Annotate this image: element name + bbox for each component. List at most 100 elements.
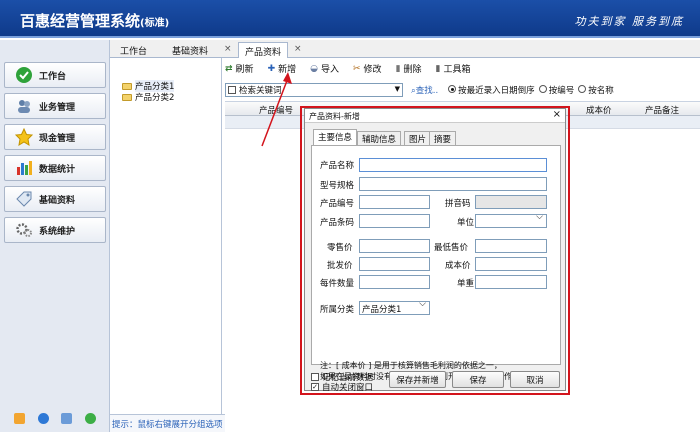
dialog-panel: 产品名称 型号规格 产品编号 拼音码 产品条码 单位 零售价 最低售价 批发价 … (311, 145, 561, 381)
sidebar-item-maintenance[interactable]: 系统维护 (4, 217, 106, 243)
edit-button[interactable]: ✂ 修改 (353, 62, 382, 76)
dialog-title: 产品资料-新增 × (305, 109, 565, 123)
sidebar: 工作台 业务管理 现金管理 数据统计 基础资料 系统维护 (0, 40, 110, 432)
chevron-down-icon[interactable]: ▼ (395, 85, 400, 93)
sidebar-bottom-tools (0, 413, 110, 424)
close-icon[interactable]: × (224, 44, 232, 54)
search-checkbox[interactable] (228, 86, 236, 94)
search-input[interactable]: 检索关键词 ▼ (225, 83, 403, 97)
radio-icon (538, 85, 547, 93)
field-label: 单重 (457, 279, 475, 289)
sidebar-item-cash[interactable]: 现金管理 (4, 124, 106, 150)
cancel-button[interactable]: 取消 (510, 371, 560, 388)
filter-bar: 检索关键词 ▼ ⌕查找.. 按最近录入日期倒序 按编号 按名称 (225, 80, 700, 100)
close-icon[interactable]: × (553, 109, 561, 120)
sort-option[interactable]: 按名称 (578, 84, 614, 96)
field-label: 最低售价 (434, 243, 469, 253)
spec-field[interactable] (359, 177, 547, 191)
close-icon[interactable]: × (294, 44, 302, 54)
dialog-tab-images[interactable]: 图片 (404, 131, 432, 145)
sidebar-item-stats[interactable]: 数据统计 (4, 155, 106, 181)
app-slogan: 功夫到家 服务到底 (574, 15, 684, 28)
dialog-tab-main[interactable]: 主要信息 (313, 129, 358, 145)
sidebar-item-label: 数据统计 (39, 164, 76, 175)
window-icon[interactable] (61, 413, 73, 424)
product-name-field[interactable] (359, 158, 547, 172)
sort-option[interactable]: 按最近录入日期倒序 (448, 84, 535, 96)
tab-workbench[interactable]: 工作台 (114, 42, 153, 58)
hint-text: 提示：鼠标右键展开分组选项 (110, 414, 225, 432)
tab-bar: 工作台 基础资料 × 产品资料 × (110, 40, 700, 58)
cost-price-field[interactable] (475, 257, 547, 271)
check-circle-icon (15, 66, 33, 84)
import-button[interactable]: ◒ 导入 (310, 62, 339, 76)
retail-price-field[interactable] (359, 239, 430, 253)
users-icon (15, 97, 33, 115)
sidebar-item-label: 基础资料 (39, 195, 76, 206)
min-price-field[interactable] (475, 239, 547, 253)
gears-icon (15, 221, 33, 239)
field-label: 型号规格 (320, 181, 355, 191)
sidebar-item-business[interactable]: 业务管理 (4, 93, 106, 119)
save-and-new-button[interactable]: 保存并新增 (389, 371, 446, 388)
field-label: 产品名称 (320, 161, 355, 171)
category-select[interactable]: 产品分类1 (359, 299, 430, 315)
checkbox-checked-icon: ✓ (311, 383, 319, 391)
app-title: 百惠经营管理系统(标准) (20, 12, 170, 30)
refresh-icon: ⇄ (225, 63, 233, 74)
sidebar-item-label: 系统维护 (39, 226, 76, 237)
field-label: 零售价 (327, 243, 353, 253)
tab-product-data[interactable]: 产品资料 (238, 42, 289, 58)
bar-chart-icon (15, 159, 33, 177)
folder-icon (122, 93, 132, 101)
toolbox-button[interactable]: ▮ 工具箱 (435, 62, 471, 76)
title-bar: 百惠经营管理系统(标准) 功夫到家 服务到底 (0, 0, 700, 38)
save-button[interactable]: 保存 (452, 371, 504, 388)
sidebar-item-label: 业务管理 (39, 102, 76, 113)
pinyin-field (475, 195, 547, 209)
delete-button[interactable]: ▮ 删除 (395, 62, 422, 76)
auto-close-checkbox[interactable]: ✓ 自动关闭窗口 (311, 381, 373, 393)
sort-option[interactable]: 按编号 (538, 84, 574, 96)
edit-icon[interactable] (14, 413, 26, 424)
wholesale-price-field[interactable] (359, 257, 430, 271)
tag-icon (15, 190, 33, 208)
qty-per-field[interactable] (359, 275, 430, 289)
field-label: 产品条码 (320, 218, 355, 228)
field-label: 产品编号 (320, 199, 355, 209)
info-icon[interactable] (37, 413, 49, 424)
sidebar-item-basic-data[interactable]: 基础资料 (4, 186, 106, 212)
column-header[interactable]: 产品编号 (259, 104, 293, 116)
category-tree: 产品分类1 产品分类2 (110, 58, 222, 414)
trash-icon: ▮ (395, 63, 401, 74)
product-code-field[interactable] (359, 195, 430, 209)
tree-item[interactable]: 产品分类2 (122, 91, 174, 103)
sidebar-item-label: 现金管理 (39, 133, 76, 144)
import-icon: ◒ (310, 63, 318, 74)
radio-icon (578, 85, 587, 93)
folder-icon (122, 82, 132, 90)
search-button[interactable]: ⌕查找.. (411, 84, 438, 96)
tools-icon: ✂ (353, 63, 361, 74)
sidebar-item-label: 工作台 (39, 71, 67, 82)
field-label: 拼音码 (445, 199, 471, 209)
weight-field[interactable] (475, 275, 547, 289)
refresh-button[interactable]: ⇄ 刷新 (225, 62, 254, 76)
sidebar-item-workbench[interactable]: 工作台 (4, 62, 106, 88)
field-label: 成本价 (445, 261, 471, 271)
field-label: 批发价 (327, 261, 353, 271)
unit-select[interactable] (475, 212, 547, 228)
dialog-tab-aux[interactable]: 辅助信息 (357, 131, 402, 145)
barcode-field[interactable] (359, 214, 430, 228)
toolbar: ⇄ 刷新 ✚ 新增 ◒ 导入 ✂ 修改 ▮ 删除 ▮ 工具箱 (225, 59, 700, 78)
add-button[interactable]: ✚ 新增 (267, 62, 297, 76)
dialog-tab-summary[interactable]: 摘要 (429, 131, 457, 145)
power-icon[interactable] (84, 413, 96, 424)
field-label: 每件数量 (320, 279, 355, 289)
radio-icon (448, 85, 457, 93)
column-header[interactable]: 成本价 (586, 104, 612, 116)
tab-basic-data[interactable]: 基础资料 (166, 42, 214, 58)
column-header[interactable]: 产品备注 (645, 104, 679, 116)
plus-icon: ✚ (267, 63, 276, 74)
toolbox-icon: ▮ (435, 63, 441, 74)
